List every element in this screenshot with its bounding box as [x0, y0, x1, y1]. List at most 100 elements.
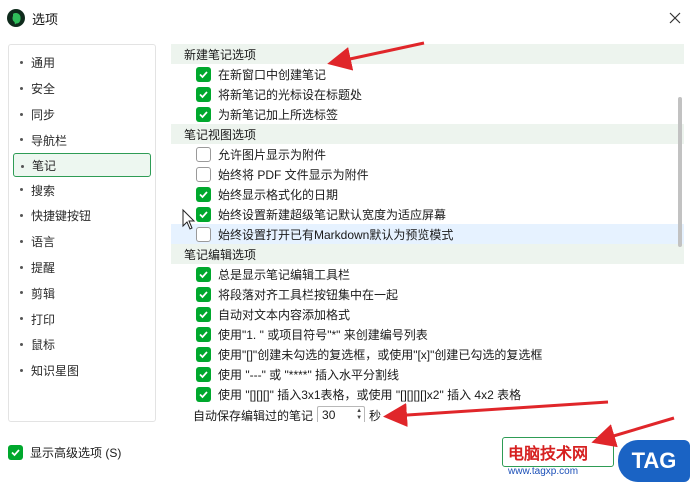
- checkbox-checked-icon[interactable]: [196, 286, 211, 302]
- spinner-arrows-icon[interactable]: ▲ ▼: [356, 408, 362, 422]
- options-sidebar: 通用安全同步导航栏笔记搜索快捷键按钮语言提醒剪辑打印鼠标知识星图: [8, 44, 156, 422]
- option-label: 允许图片显示为附件: [218, 147, 327, 162]
- option-label: 使用 "---" 或 "****" 插入水平分割线: [218, 367, 400, 382]
- bullet-icon: [20, 61, 23, 64]
- option-row[interactable]: 允许图片显示为附件: [171, 144, 684, 164]
- option-row[interactable]: 总是显示笔记编辑工具栏: [171, 264, 684, 284]
- sidebar-item[interactable]: 搜索: [9, 177, 155, 203]
- sidebar-item[interactable]: 剪辑: [9, 280, 155, 306]
- option-row[interactable]: 始终设置打开已有Markdown默认为预览模式: [171, 224, 684, 244]
- sidebar-item[interactable]: 打印: [9, 306, 155, 332]
- sidebar-item-label: 笔记: [32, 158, 57, 173]
- sidebar-item-label: 同步: [31, 107, 56, 122]
- close-icon: [669, 12, 681, 24]
- sidebar-item-label: 导航栏: [31, 133, 68, 148]
- window-title: 选项: [32, 11, 59, 27]
- checkbox-checked-icon[interactable]: [196, 66, 211, 82]
- bullet-icon: [20, 317, 23, 321]
- autosave-interval-stepper[interactable]: 30 ▲ ▼: [317, 406, 366, 422]
- checkbox-checked-icon[interactable]: [196, 346, 211, 362]
- sidebar-item[interactable]: 同步: [9, 102, 155, 128]
- sidebar-item[interactable]: 快捷键按钮: [9, 203, 155, 229]
- bullet-icon: [21, 165, 24, 169]
- checkbox-checked-icon[interactable]: [196, 326, 211, 342]
- bullet-icon: [20, 138, 23, 142]
- checkbox-checked-icon[interactable]: [196, 106, 211, 122]
- sidebar-item-label: 提醒: [31, 260, 56, 275]
- option-label: 将新笔记的光标设在标题处: [218, 87, 363, 102]
- option-label: 始终显示格式化的日期: [218, 187, 339, 202]
- section-header: 笔记视图选项: [171, 124, 684, 144]
- option-label: 使用"[]"创建未勾选的复选框，或使用"[x]"创建已勾选的复选框: [218, 347, 543, 362]
- checkbox-checked-icon[interactable]: [196, 206, 211, 222]
- advanced-options-toggle[interactable]: 显示高级选项 (S): [8, 444, 121, 461]
- sidebar-item[interactable]: 知识星图: [9, 358, 155, 384]
- option-row[interactable]: 自动对文本内容添加格式: [171, 304, 684, 324]
- title-bar: 选项: [0, 0, 696, 36]
- checkbox-unchecked-icon[interactable]: [196, 226, 211, 242]
- autosave-label: 自动保存编辑过的笔记: [193, 408, 314, 423]
- option-label: 将段落对齐工具栏按钮集中在一起: [218, 287, 399, 302]
- checkbox-checked-icon[interactable]: [196, 266, 211, 282]
- option-row[interactable]: 使用"[]"创建未勾选的复选框，或使用"[x]"创建已勾选的复选框: [171, 344, 684, 364]
- sidebar-item-label: 安全: [31, 82, 56, 97]
- checkbox-unchecked-icon[interactable]: [196, 166, 211, 182]
- option-label: 在新窗口中创建笔记: [218, 67, 327, 82]
- option-label: 始终将 PDF 文件显示为附件: [218, 167, 369, 182]
- sidebar-item[interactable]: 提醒: [9, 255, 155, 281]
- option-label: 始终设置新建超级笔记默认宽度为适应屏幕: [218, 207, 447, 222]
- option-row[interactable]: 使用"1. " 或项目符号"*" 来创建编号列表: [171, 324, 684, 344]
- option-row[interactable]: 使用 "[][][]" 插入3x1表格，或使用 "[][][][]x2" 插入 …: [171, 384, 684, 404]
- autosave-value[interactable]: 30: [322, 408, 335, 422]
- sidebar-item-label: 知识星图: [31, 364, 80, 379]
- watermark-url: www.tagxp.com: [508, 466, 579, 477]
- bullet-icon: [20, 86, 23, 90]
- bullet-icon: [20, 368, 23, 372]
- sidebar-item[interactable]: 鼠标: [9, 332, 155, 358]
- bullet-icon: [20, 239, 23, 243]
- sidebar-item-label: 打印: [31, 312, 56, 327]
- option-row[interactable]: 将新笔记的光标设在标题处: [171, 84, 684, 104]
- section-header: 笔记编辑选项: [171, 244, 684, 264]
- sidebar-item-label: 剪辑: [31, 286, 56, 301]
- autosave-row: 自动保存编辑过的笔记 30 ▲ ▼ 秒: [171, 404, 684, 422]
- checkbox-checked-icon[interactable]: [196, 186, 211, 202]
- advanced-options-label: 显示高级选项 (S): [30, 446, 122, 460]
- sidebar-item-label: 快捷键按钮: [31, 209, 92, 224]
- sidebar-item[interactable]: 语言: [9, 229, 155, 255]
- sidebar-item-label: 通用: [31, 56, 56, 71]
- option-label: 总是显示笔记编辑工具栏: [218, 267, 351, 282]
- option-row[interactable]: 始终设置新建超级笔记默认宽度为适应屏幕: [171, 204, 684, 224]
- bullet-icon: [20, 342, 23, 346]
- checkbox-checked-icon[interactable]: [196, 86, 211, 102]
- option-row[interactable]: 始终将 PDF 文件显示为附件: [171, 164, 684, 184]
- close-button[interactable]: [664, 7, 686, 29]
- option-row[interactable]: 在新窗口中创建笔记: [171, 64, 684, 84]
- checkbox-checked-icon[interactable]: [196, 386, 211, 402]
- bullet-icon: [20, 213, 23, 217]
- options-panel: 新建笔记选项在新窗口中创建笔记将新笔记的光标设在标题处为新笔记加上所选标签 笔记视…: [171, 44, 684, 422]
- option-row[interactable]: 将段落对齐工具栏按钮集中在一起: [171, 284, 684, 304]
- option-row[interactable]: 始终显示格式化的日期: [171, 184, 684, 204]
- checkbox-checked-icon[interactable]: [8, 445, 23, 460]
- sidebar-item[interactable]: 安全: [9, 76, 155, 102]
- option-label: 使用 "[][][]" 插入3x1表格，或使用 "[][][][]x2" 插入 …: [218, 387, 522, 402]
- sidebar-item[interactable]: 笔记: [13, 153, 151, 178]
- bullet-icon: [20, 188, 23, 192]
- sidebar-item-label: 鼠标: [31, 338, 56, 353]
- bullet-icon: [20, 265, 23, 269]
- section-header: 新建笔记选项: [171, 44, 684, 64]
- sidebar-item[interactable]: 通用: [9, 50, 155, 76]
- checkbox-unchecked-icon[interactable]: [196, 146, 211, 162]
- option-label: 自动对文本内容添加格式: [218, 307, 351, 322]
- panel-scrollbar[interactable]: [678, 97, 682, 247]
- sidebar-item-label: 语言: [31, 235, 56, 250]
- checkbox-checked-icon[interactable]: [196, 306, 211, 322]
- option-row[interactable]: 使用 "---" 或 "****" 插入水平分割线: [171, 364, 684, 384]
- sidebar-item-label: 搜索: [31, 183, 56, 198]
- sidebar-item[interactable]: 导航栏: [9, 127, 155, 153]
- checkbox-checked-icon[interactable]: [196, 366, 211, 382]
- evernote-elephant-icon: [7, 9, 25, 27]
- option-row[interactable]: 为新笔记加上所选标签: [171, 104, 684, 124]
- tag-badge: TAG: [618, 440, 690, 482]
